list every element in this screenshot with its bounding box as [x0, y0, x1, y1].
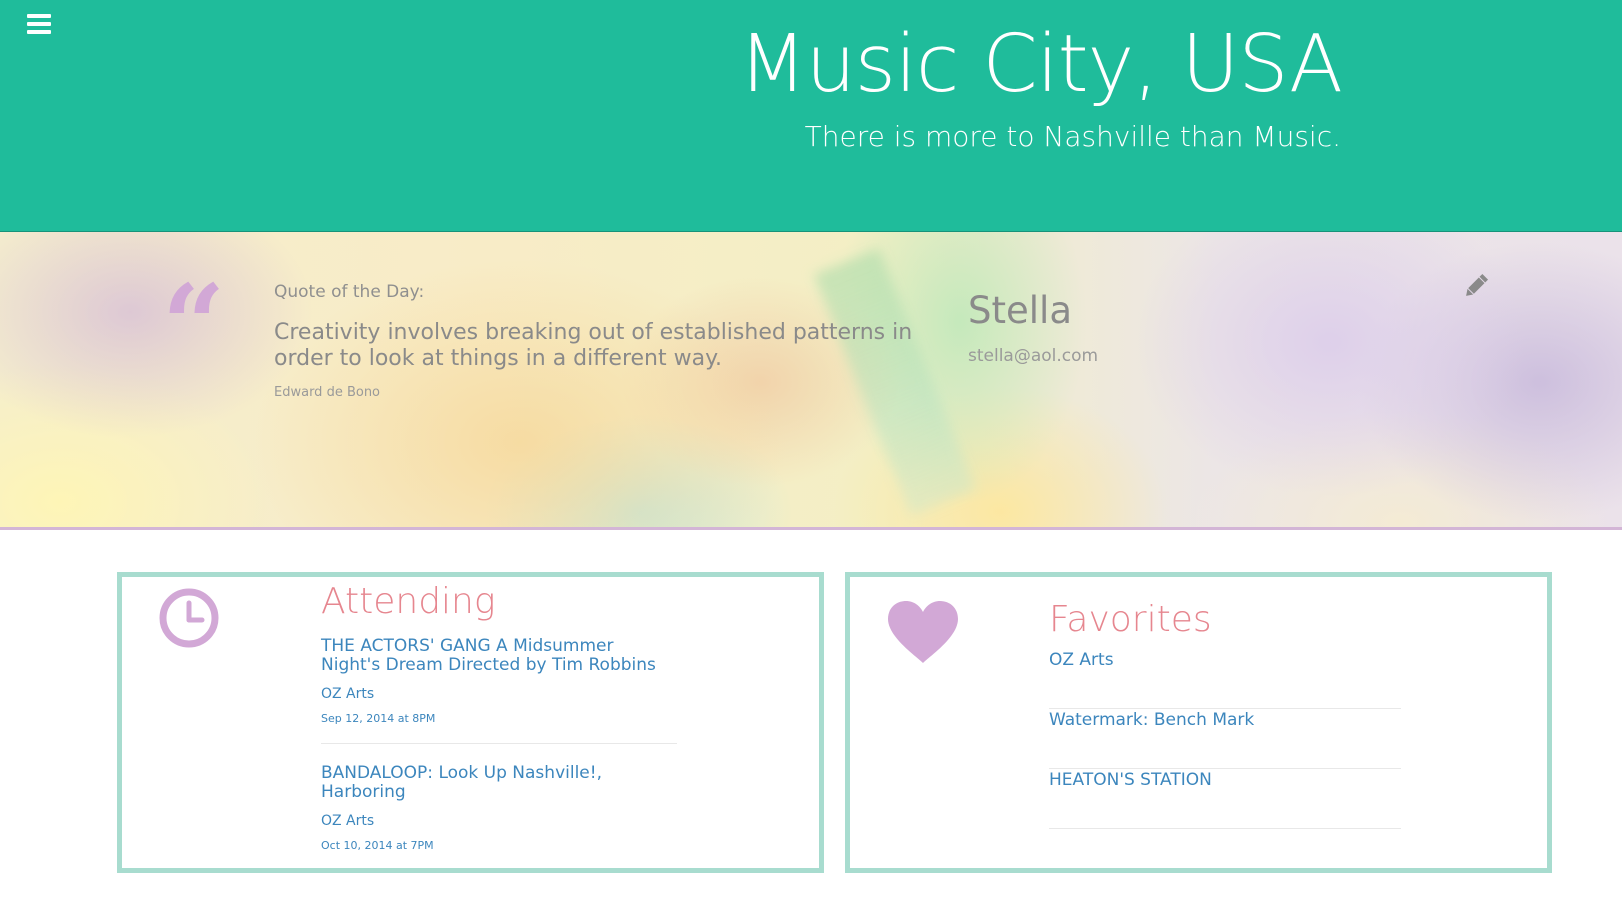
favorite-item: OZ Arts [1049, 649, 1401, 709]
favorite-link[interactable]: OZ Arts [1049, 649, 1114, 671]
heart-icon [888, 601, 958, 663]
profile-email: stella@aol.com [968, 346, 1099, 366]
quote-author: Edward de Bono [274, 385, 381, 400]
clock-icon [159, 588, 219, 648]
menu-icon-bar [27, 30, 51, 34]
profile-banner [0, 232, 1622, 530]
quote-text: Creativity involves breaking out of esta… [274, 320, 913, 371]
site-title: Music City, USA [738, 18, 1343, 110]
menu-icon-bar [27, 14, 51, 18]
event-venue-link[interactable]: OZ Arts [321, 813, 677, 829]
event-title-link[interactable]: THE ACTORS' GANG A Midsummer Night's Dre… [321, 637, 677, 675]
favorite-link[interactable]: HEATON'S STATION [1049, 769, 1212, 791]
banner-artwork [813, 248, 977, 516]
attending-title: Attending [321, 581, 496, 622]
attending-card: Attending THE ACTORS' GANG A Midsummer N… [117, 572, 824, 873]
site-header: Music City, USA There is more to Nashvil… [0, 0, 1622, 232]
quote-label: Quote of the Day: [274, 282, 425, 302]
pencil-icon [1466, 273, 1489, 296]
event-date: Sep 12, 2014 at 8PM [321, 712, 436, 725]
site-subtitle: There is more to Nashville than Music. [804, 120, 1341, 153]
event-venue-link[interactable]: OZ Arts [321, 686, 677, 702]
favorite-item: HEATON'S STATION [1049, 769, 1401, 829]
quote-icon: “ [162, 260, 226, 389]
menu-icon-bar [27, 22, 51, 26]
event-title-link[interactable]: BANDALOOP: Look Up Nashville!, Harboring [321, 764, 677, 802]
profile-name: Stella [968, 289, 1072, 332]
attending-event-list: THE ACTORS' GANG A Midsummer Night's Dre… [321, 637, 677, 890]
event-item: THE ACTORS' GANG A Midsummer Night's Dre… [321, 637, 677, 744]
favorites-list: OZ Arts Watermark: Bench Mark HEATON'S S… [1049, 649, 1401, 829]
favorites-card: Favorites OZ Arts Watermark: Bench Mark … [845, 572, 1552, 873]
favorites-title: Favorites [1049, 599, 1212, 640]
event-date: Oct 10, 2014 at 7PM [321, 839, 434, 852]
favorite-item: Watermark: Bench Mark [1049, 709, 1401, 769]
edit-profile-button[interactable] [1462, 272, 1490, 300]
menu-button[interactable] [27, 14, 53, 34]
event-item: BANDALOOP: Look Up Nashville!, Harboring… [321, 764, 677, 870]
favorite-link[interactable]: Watermark: Bench Mark [1049, 709, 1254, 731]
